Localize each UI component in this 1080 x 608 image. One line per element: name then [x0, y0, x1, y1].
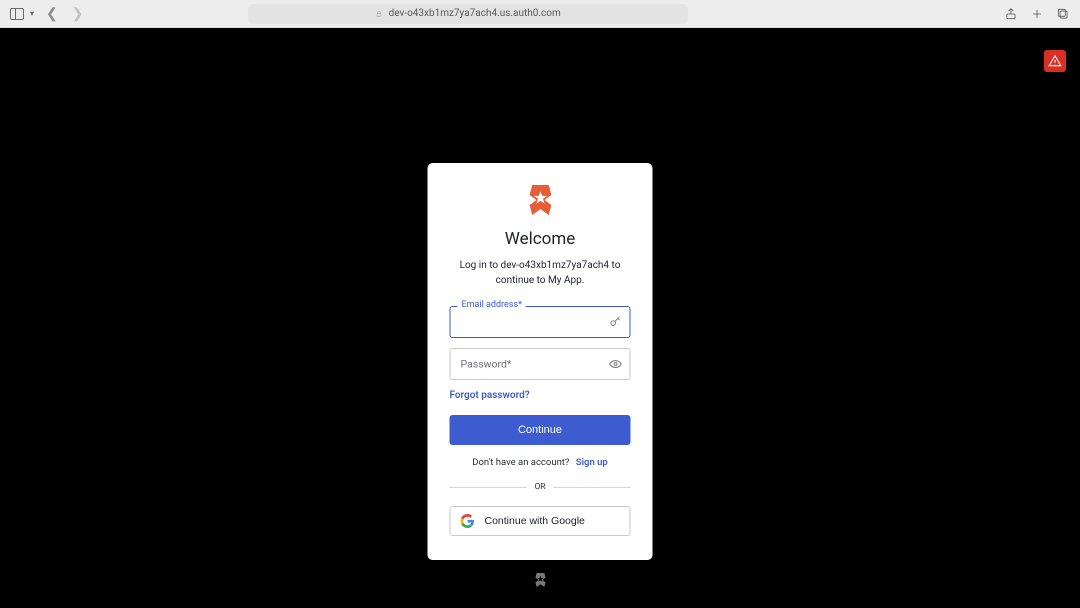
login-title: Welcome: [450, 229, 631, 249]
address-bar[interactable]: dev-o43xb1mz7ya7ach4.us.auth0.com: [248, 4, 688, 24]
forgot-password-link[interactable]: Forgot password?: [450, 390, 631, 401]
chrome-right-controls: [1004, 7, 1070, 21]
lock-icon: [375, 10, 383, 18]
continue-with-google-button[interactable]: Continue with Google: [450, 506, 631, 536]
continue-button[interactable]: Continue: [450, 415, 631, 445]
email-label: Email address*: [458, 300, 526, 310]
auth0-logo-icon: [526, 185, 554, 215]
warning-badge[interactable]: [1044, 50, 1066, 72]
chrome-left-controls: ▾ ❮ ❯: [10, 6, 85, 22]
browser-chrome: ▾ ❮ ❯ dev-o43xb1mz7ya7ach4.us.auth0.com: [0, 0, 1080, 28]
chevron-down-icon[interactable]: ▾: [30, 9, 34, 18]
separator-line: [450, 487, 527, 488]
separator-label: OR: [534, 482, 545, 492]
separator-line: [554, 487, 631, 488]
show-password-icon[interactable]: [609, 357, 623, 371]
tabs-icon[interactable]: [1056, 7, 1070, 21]
login-subtitle: Log in to dev-o43xb1mz7ya7ach4 to contin…: [450, 259, 631, 288]
google-icon: [461, 514, 475, 528]
password-field-wrap: Password*: [450, 348, 631, 380]
separator: OR: [450, 482, 631, 492]
new-tab-icon[interactable]: [1030, 7, 1044, 21]
page: Welcome Log in to dev-o43xb1mz7ya7ach4 t…: [0, 28, 1080, 608]
nav-back-button[interactable]: ❮: [44, 6, 60, 22]
auth0-footer-badge: [428, 572, 653, 591]
login-card-wrap: Welcome Log in to dev-o43xb1mz7ya7ach4 t…: [428, 163, 653, 591]
warning-icon: [1048, 54, 1062, 68]
url-text: dev-o43xb1mz7ya7ach4.us.auth0.com: [389, 8, 561, 19]
share-icon[interactable]: [1004, 7, 1018, 21]
nav-forward-button[interactable]: ❯: [70, 6, 86, 22]
email-input[interactable]: [450, 306, 631, 338]
sidebar-toggle-icon[interactable]: [10, 7, 24, 21]
email-field-wrap: Email address*: [450, 306, 631, 338]
key-autofill-icon[interactable]: [609, 315, 623, 329]
signup-prompt: Don't have an account?: [472, 457, 569, 468]
google-button-label: Continue with Google: [485, 515, 585, 527]
signup-link[interactable]: Sign up: [576, 457, 608, 468]
password-input[interactable]: [450, 348, 631, 380]
login-card: Welcome Log in to dev-o43xb1mz7ya7ach4 t…: [428, 163, 653, 560]
signup-row: Don't have an account? Sign up: [450, 457, 631, 468]
